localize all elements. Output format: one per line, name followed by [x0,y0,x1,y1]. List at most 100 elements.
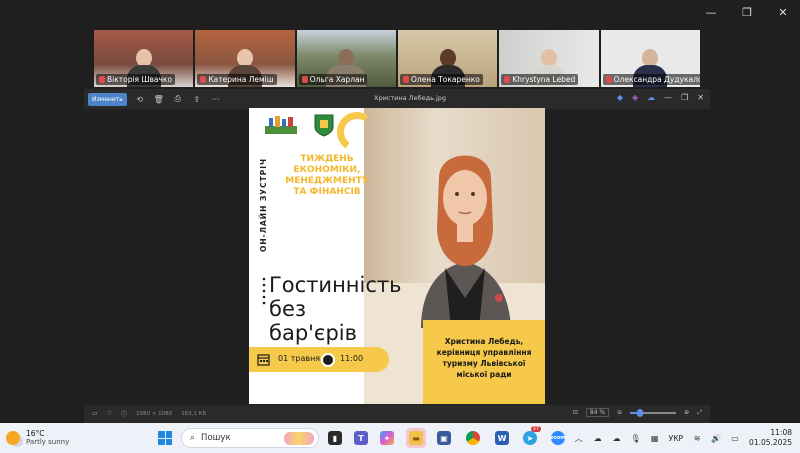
zoom-app-icon[interactable]: zoom [548,428,568,448]
viewer-status-bar: ▭ ♡ ⓘ 1080 × 1080 163,1 КБ ⊡ 84 % ⊖ ⊕ ⤢ [84,405,710,423]
more-options-icon[interactable]: ··· [210,93,222,105]
participant-name: Олена Токаренко [410,75,480,84]
info-icon[interactable]: ⓘ [121,409,127,418]
share-icon[interactable]: ⇪ [191,93,203,105]
save-icon[interactable]: ▣ [434,428,454,448]
cloud-sync-icon[interactable]: ☁ [612,433,622,443]
favorite-icon[interactable]: ♡ [107,410,112,417]
participant-tile[interactable]: Олена Токаренко [397,30,498,87]
file-size: 163,1 КБ [181,410,207,417]
minimize-icon[interactable]: — [704,6,718,19]
event-title: ТИЖДЕНЬ ЕКОНОМІКИ, МЕНЕДЖМЕНТУ ТА ФІНАНС… [285,154,369,197]
fit-icon[interactable]: ⊡ [573,409,578,416]
telegram-icon[interactable]: ➤ 37 [520,426,541,448]
close-icon[interactable]: ✕ [697,93,704,102]
participant-tile[interactable]: Ольга Харлан [296,30,396,87]
restore-icon[interactable]: ❐ [740,6,754,19]
edit-button[interactable]: Изменить [88,92,127,106]
teams-tray-icon[interactable]: ▦ [650,433,660,443]
clock-time: 11:08 [770,428,792,437]
delete-icon[interactable]: 🗑 [153,93,165,105]
clipchamp-icon[interactable]: ◈ [632,93,638,102]
designer-icon[interactable]: ◆ [617,93,623,102]
participant-name: Олександра Дудукало... [613,75,700,84]
task-view-icon[interactable]: ▮ [325,428,345,448]
teams-icon[interactable]: T [351,428,371,448]
viewer-toolbar: Изменить ⟲ 🗑 ⎙ ⇪ ··· Христина Лебедь.jpg… [84,89,710,109]
participant-strip: Вікторія Швачко Катерина Леміш Ольга Хар… [94,30,700,87]
zoom-slider-handle[interactable] [636,408,643,417]
windows-start-icon[interactable] [158,431,172,445]
search-icon: ⌕ [190,433,196,443]
faculty-emblem [314,114,334,137]
poster-headline: Гостинність без бар'єрів [269,273,419,345]
weather-widget[interactable]: 16°C Partly sunny [6,429,69,447]
zoom-slider[interactable] [630,408,677,417]
photo-viewer-window: Изменить ⟲ 🗑 ⎙ ⇪ ··· Христина Лебедь.jpg… [84,89,710,423]
university-logo [265,116,297,134]
speaker-caption: Христина Лебедь, керівниця управління ту… [436,337,532,379]
mic-muted-icon [301,76,308,83]
taskbar: 16°C Partly sunny ⌕ Пошук ▮ T ✦ ▬ ▣ W ➤ 3… [0,423,800,453]
search-label: Пошук [201,433,231,443]
headline-line: бар'єрів [269,321,357,345]
participant-tile-active-speaker[interactable]: Khrystyna Lebed [499,30,599,87]
onedrive-icon[interactable]: ☁ [593,433,603,443]
file-explorer-icon[interactable]: ▬ [406,428,426,448]
zoom-out-icon[interactable]: ⊖ [617,409,622,416]
taskbar-search[interactable]: ⌕ Пошук [181,428,319,448]
unread-badge: 37 [530,426,541,432]
language-indicator[interactable]: УКР [669,434,683,443]
clock-icon [321,353,335,367]
volume-icon[interactable]: 🔊 [711,433,721,443]
participant-name: Катерина Леміш [208,75,274,84]
vertical-caption: ОН-ЛАЙН ЗУСТРІЧ [259,158,268,252]
participant-tile[interactable]: Вікторія Швачко [94,30,194,87]
image-dimensions: 1080 × 1080 [136,410,173,417]
mic-muted-icon [402,76,409,83]
participant-name: Вікторія Швачко [107,75,173,84]
participant-tile[interactable]: Олександра Дудукало... [600,30,700,87]
mic-muted-icon [504,76,511,83]
zoom-in-icon[interactable]: ⊕ [684,409,689,416]
viewer-file-name: Христина Лебедь.jpg [374,94,447,102]
taskbar-clock[interactable]: 11:08 01.05.2025 [749,428,792,448]
window-controls: — ❐ ✕ [704,6,790,19]
mic-muted-icon [99,76,105,83]
participant-tile[interactable]: Катерина Леміш [195,30,295,87]
clock-date: 01.05.2025 [749,438,792,447]
search-highlight-image [284,432,314,445]
system-tray: ︿ ☁ ☁ 🎙 ▦ УКР ≋ 🔊 ▭ 11:08 01.05.2025 [574,428,792,448]
event-time: 11:00 [340,354,364,363]
weather-temperature: 16°C [26,429,45,438]
headline-line: без [269,297,307,321]
mic-muted-icon [200,76,207,83]
headline-line: Гостинність [269,273,402,297]
print-icon[interactable]: ⎙ [172,93,184,105]
screen: — ❐ ✕ Вікторія Швачко Катерина Леміш Оль… [0,0,800,453]
copilot-icon[interactable]: ✦ [377,428,397,448]
restore-icon[interactable]: ❐ [681,93,688,102]
event-date: 01 травня [278,354,321,363]
word-icon[interactable]: W [492,428,512,448]
rotate-icon[interactable]: ⟲ [134,93,146,105]
mic-muted-icon [605,76,612,83]
wifi-icon[interactable]: ≋ [692,433,702,443]
chevron-up-icon[interactable]: ︿ [574,433,584,443]
microphone-icon[interactable]: 🎙 [631,433,641,443]
calendar-icon [257,354,270,366]
chrome-icon[interactable] [463,428,483,448]
decorative-dots [262,277,266,305]
battery-icon[interactable]: ▭ [730,433,740,443]
partly-sunny-icon [6,431,20,445]
zoom-level[interactable]: 84 % [585,408,610,417]
minimize-icon[interactable]: — [664,93,672,102]
weather-description: Partly sunny [26,438,70,446]
close-icon[interactable]: ✕ [776,6,790,19]
participant-name: Ольга Харлан [309,75,365,84]
fullscreen-icon[interactable]: ⤢ [697,409,702,417]
poster-image: ОН-ЛАЙН ЗУСТРІЧ ТИЖДЕНЬ ЕКОНОМІКИ, МЕНЕД… [249,108,545,404]
participant-name: Khrystyna Lebed [512,75,576,84]
filmstrip-icon[interactable]: ▭ [92,410,98,417]
onedrive-icon[interactable]: ☁ [647,93,655,102]
